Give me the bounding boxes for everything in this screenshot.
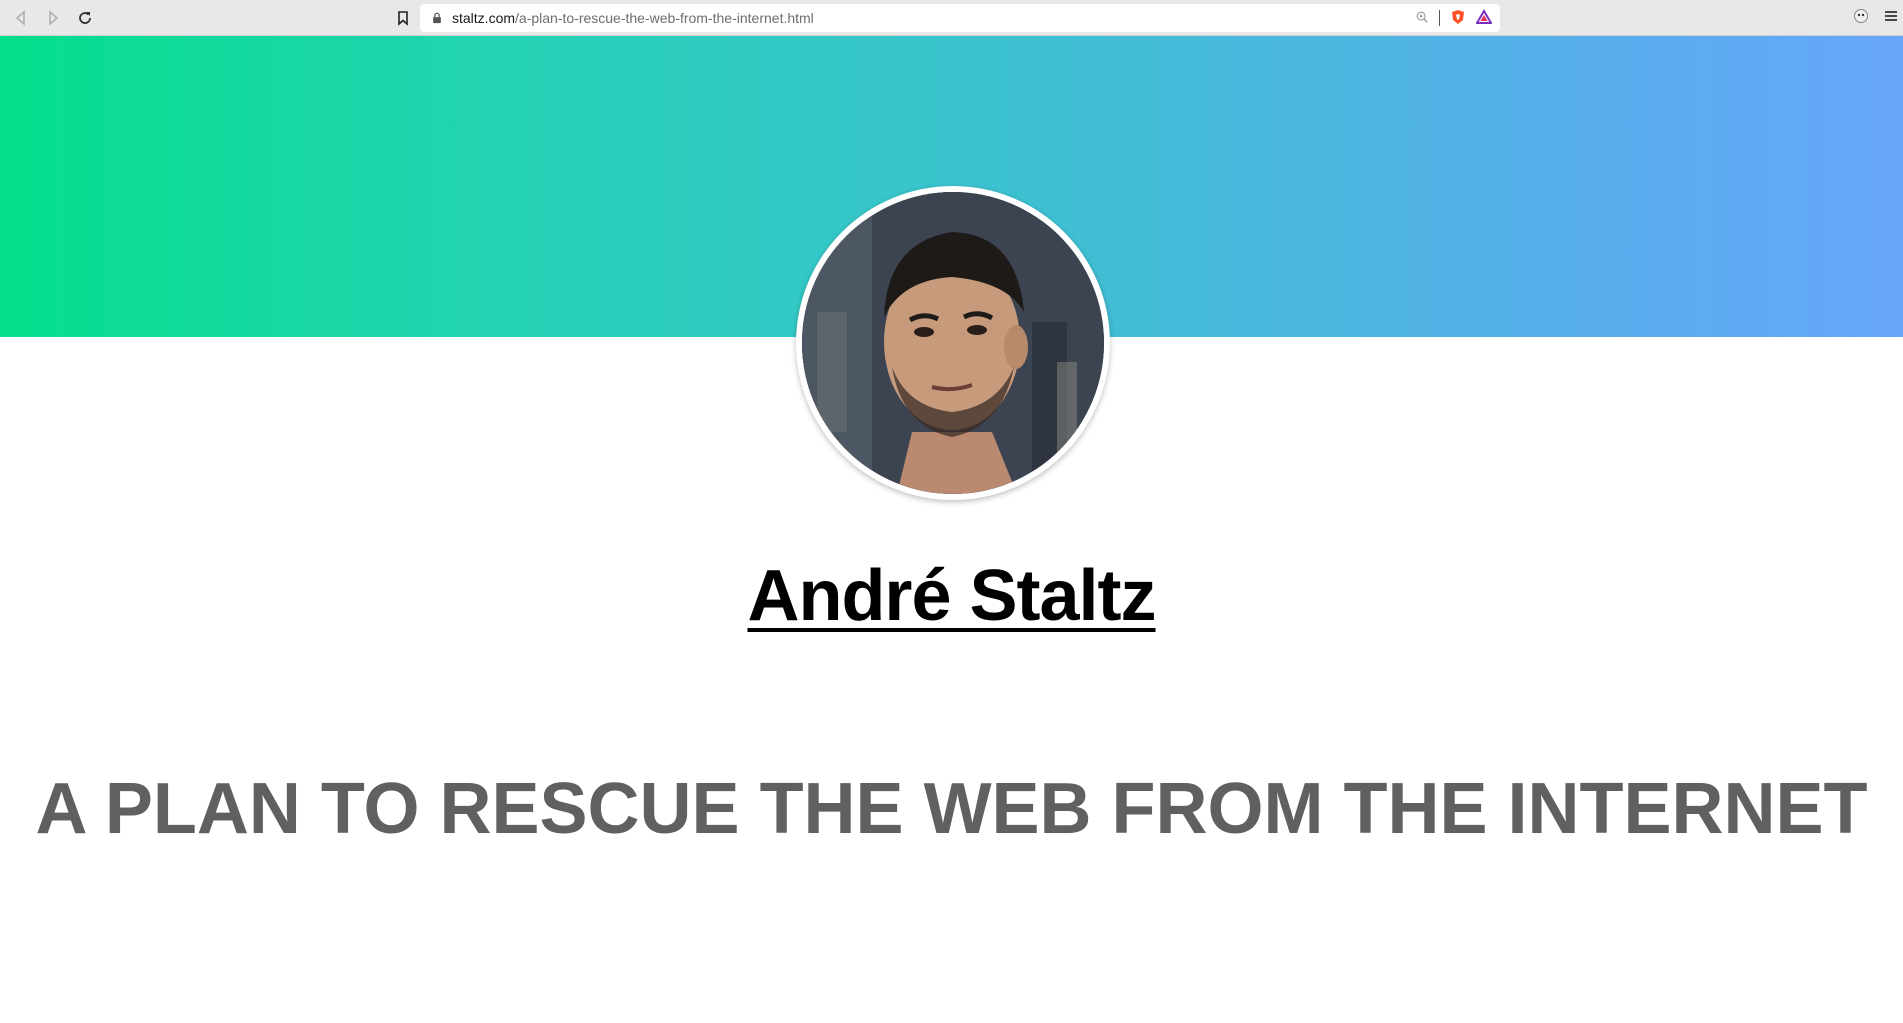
address-bar[interactable]: staltz.com/a-plan-to-rescue-the-web-from… [420, 4, 1500, 32]
hamburger-menu-icon[interactable] [1883, 8, 1899, 29]
post-title: A PLAN TO RESCUE THE WEB FROM THE INTERN… [35, 769, 1868, 849]
author-name-link[interactable]: André Staltz [747, 556, 1156, 636]
reload-icon [79, 12, 91, 24]
forward-arrow-icon [49, 10, 59, 26]
author-header: André Staltz [0, 555, 1903, 637]
forward-button[interactable] [42, 7, 64, 29]
lock-icon [430, 11, 444, 25]
reload-button[interactable] [74, 7, 96, 29]
url-divider [1439, 10, 1440, 26]
brave-rewards-icon[interactable] [1475, 8, 1493, 28]
browser-toolbar: staltz.com/a-plan-to-rescue-the-web-from… [0, 0, 1903, 36]
back-button[interactable] [10, 7, 32, 29]
extension-icon[interactable] [1853, 8, 1869, 29]
author-avatar[interactable] [796, 186, 1110, 500]
bookmark-button[interactable] [392, 7, 414, 29]
url-text[interactable]: staltz.com/a-plan-to-rescue-the-web-from… [452, 10, 814, 26]
url-host: staltz.com [452, 10, 516, 26]
avatar-photo [802, 192, 1104, 494]
url-path: /a-plan-to-rescue-the-web-from-the-inter… [515, 10, 814, 26]
back-arrow-icon [15, 10, 25, 26]
bookmark-icon [398, 11, 408, 26]
brave-shield-icon[interactable] [1450, 9, 1466, 28]
zoom-icon[interactable] [1415, 10, 1429, 27]
